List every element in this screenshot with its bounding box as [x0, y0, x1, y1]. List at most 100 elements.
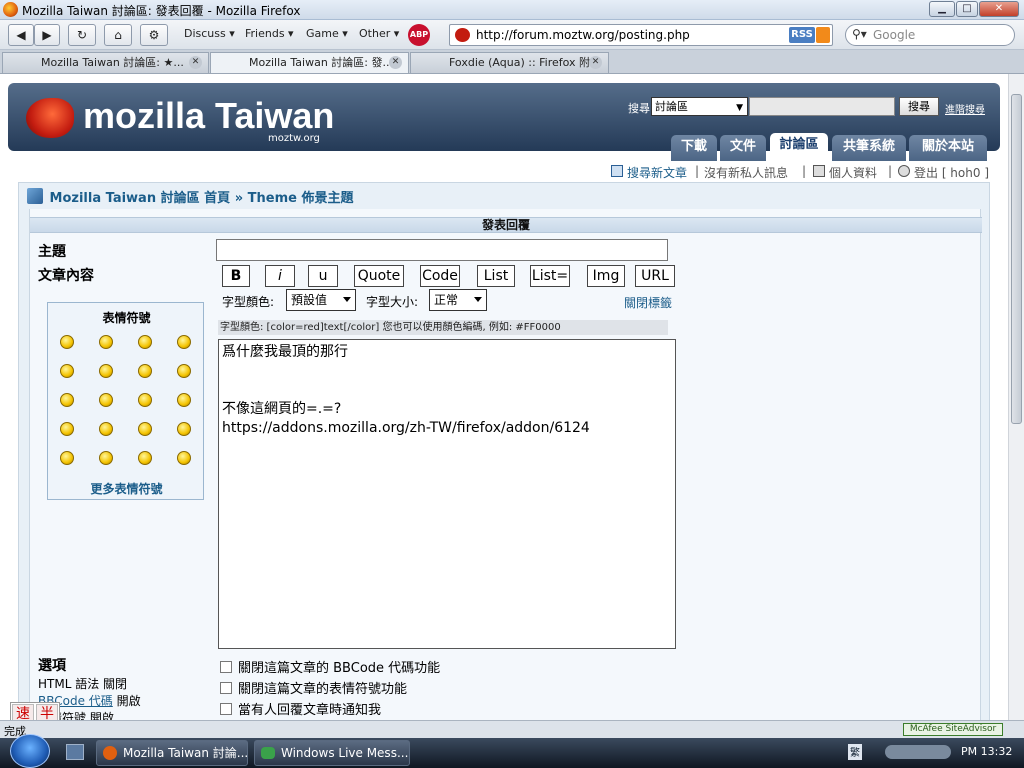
smiley-icon[interactable] — [99, 422, 113, 436]
taskbar-item-messenger[interactable]: Windows Live Mess... — [254, 740, 410, 766]
tray-icons[interactable] — [885, 745, 951, 759]
bbcode-list-button[interactable]: List — [477, 265, 515, 287]
chevron-down-icon — [474, 297, 482, 302]
menu-friends[interactable]: Friends ▾ — [245, 27, 294, 40]
more-smilies-link[interactable]: 更多表情符號 — [48, 480, 205, 497]
smiley-icon[interactable] — [60, 335, 74, 349]
header-search-scope-select[interactable]: 討論區 ▼ — [651, 97, 748, 116]
menu-other[interactable]: Other ▾ — [359, 27, 399, 40]
close-tab-icon[interactable]: ✕ — [389, 56, 402, 69]
bbcode-code-button[interactable]: Code — [420, 265, 460, 287]
smiley-icon[interactable] — [99, 364, 113, 378]
smiley-icon[interactable] — [177, 393, 191, 407]
smiley-icon[interactable] — [138, 393, 152, 407]
subject-input[interactable] — [216, 239, 668, 261]
profile-link[interactable]: 個人資料 — [829, 164, 877, 181]
smiley-icon[interactable] — [138, 335, 152, 349]
tab-2[interactable]: Mozilla Taiwan 討論區: 發... ✕ — [210, 52, 409, 73]
option-disable-bbcode[interactable]: 關閉這篇文章的 BBCode 代碼功能 — [220, 657, 440, 676]
adblock-icon[interactable]: ABP — [408, 24, 430, 46]
settings-button[interactable]: ⚙ — [140, 24, 168, 46]
smiley-icon[interactable] — [138, 451, 152, 465]
close-tab-icon[interactable]: ✕ — [189, 56, 202, 69]
language-bar-icon[interactable]: 繁 — [848, 744, 862, 760]
breadcrumb-forum-link[interactable]: Theme 佈景主題 — [248, 191, 354, 206]
option-disable-smilies[interactable]: 關閉這篇文章的表情符號功能 — [220, 678, 407, 697]
breadcrumb-home-link[interactable]: Mozilla Taiwan 討論區 首頁 — [50, 191, 231, 206]
smiley-icon[interactable] — [60, 451, 74, 465]
taskbar-item-firefox[interactable]: Mozilla Taiwan 討論... — [96, 740, 248, 766]
breadcrumb: Mozilla Taiwan 討論區 首頁 » Theme 佈景主題 — [27, 187, 353, 206]
url-text[interactable]: http://forum.moztw.org/posting.php — [476, 28, 690, 42]
vertical-scrollbar[interactable] — [1008, 74, 1024, 720]
home-icon: ⌂ — [114, 28, 122, 42]
smiley-icon[interactable] — [99, 335, 113, 349]
advanced-search-link[interactable]: 進階搜尋 — [945, 101, 985, 116]
search-new-icon — [611, 165, 623, 177]
tab-3[interactable]: Foxdie (Aqua) :: Firefox 附... ✕ — [410, 52, 609, 73]
bbcode-url-button[interactable]: URL — [635, 265, 675, 287]
start-button[interactable] — [10, 734, 50, 768]
smiley-icon[interactable] — [177, 422, 191, 436]
bbcode-underline-button[interactable]: u — [308, 265, 338, 287]
url-bar[interactable]: http://forum.moztw.org/posting.php RSS — [449, 24, 833, 46]
logout-link[interactable]: 登出 [ hoh0 ] — [914, 164, 989, 181]
mcafee-siteadvisor-badge[interactable]: McAfee SiteAdvisor — [903, 723, 1003, 736]
options-label: 選項 — [38, 658, 66, 674]
bbcode-ordered-list-button[interactable]: List= — [530, 265, 570, 287]
smiley-icon[interactable] — [138, 422, 152, 436]
no-new-pm-link[interactable]: 沒有新私人訊息 — [704, 164, 788, 181]
smiley-icon[interactable] — [177, 451, 191, 465]
nav-tab-docs[interactable]: 文件 — [720, 135, 766, 161]
smiley-icon[interactable] — [60, 364, 74, 378]
menu-discuss[interactable]: Discuss ▾ — [184, 27, 235, 40]
forward-button[interactable]: ▶ — [34, 24, 60, 46]
reload-button[interactable]: ↻ — [68, 24, 96, 46]
header-search-input[interactable] — [749, 97, 895, 116]
minimize-button[interactable]: ▁ — [929, 1, 955, 17]
show-desktop-icon[interactable] — [66, 744, 84, 760]
feed-icon[interactable] — [816, 27, 830, 43]
smiley-icon[interactable] — [177, 335, 191, 349]
smiley-icon[interactable] — [60, 393, 74, 407]
scrollbar-thumb[interactable] — [1011, 94, 1022, 424]
smilies-title: 表情符號 — [102, 311, 151, 325]
back-button[interactable]: ◀ — [8, 24, 34, 46]
close-tab-icon[interactable]: ✕ — [589, 56, 602, 69]
bbcode-bold-button[interactable]: B — [222, 265, 250, 287]
smiley-icon[interactable] — [177, 364, 191, 378]
site-logo-subtitle: moztw.org — [268, 133, 320, 144]
maximize-button[interactable]: □ — [956, 1, 978, 17]
search-new-posts-link[interactable]: 搜尋新文章 — [627, 164, 687, 181]
smiley-icon[interactable] — [138, 364, 152, 378]
menu-game[interactable]: Game ▾ — [306, 27, 348, 40]
nav-tab-wiki[interactable]: 共筆系統 — [832, 135, 906, 161]
header-search-button[interactable]: 搜尋 — [899, 97, 939, 116]
bbcode-quote-button[interactable]: Quote — [354, 265, 404, 287]
close-window-button[interactable]: ✕ — [979, 1, 1019, 17]
font-size-select[interactable]: 正常 — [429, 289, 487, 311]
taskbar-clock[interactable]: PM 13:32 — [961, 745, 1012, 758]
checkbox[interactable] — [220, 703, 232, 715]
smiley-icon[interactable] — [99, 451, 113, 465]
tab-1[interactable]: Mozilla Taiwan 討論區: ★... ✕ — [2, 52, 209, 73]
home-button[interactable]: ⌂ — [104, 24, 132, 46]
smiley-icon[interactable] — [99, 393, 113, 407]
search-icon: ⚲▾ — [852, 27, 867, 41]
font-color-select[interactable]: 預設值 — [286, 289, 356, 311]
search-box[interactable]: ⚲▾ Google — [845, 24, 1015, 46]
rss-icon[interactable]: RSS — [789, 27, 815, 43]
nav-tab-forum[interactable]: 討論區 — [770, 133, 828, 159]
font-size-label: 字型大小: — [366, 295, 419, 309]
nav-tab-download[interactable]: 下載 — [671, 135, 717, 161]
message-textarea[interactable]: 爲什麼我最頂的那行 不像這網頁的=.=? https://addons.mozi… — [218, 339, 676, 649]
bbcode-img-button[interactable]: Img — [587, 265, 625, 287]
checkbox[interactable] — [220, 661, 232, 673]
option-notify[interactable]: 當有人回覆文章時通知我 — [220, 699, 381, 718]
nav-tab-about[interactable]: 關於本站 — [909, 135, 987, 161]
smiley-icon[interactable] — [60, 422, 74, 436]
checkbox[interactable] — [220, 682, 232, 694]
site-logo-text[interactable]: mozilla Taiwan — [83, 95, 334, 137]
close-tags-link[interactable]: 關閉標籤 — [624, 294, 672, 311]
bbcode-italic-button[interactable]: i — [265, 265, 295, 287]
